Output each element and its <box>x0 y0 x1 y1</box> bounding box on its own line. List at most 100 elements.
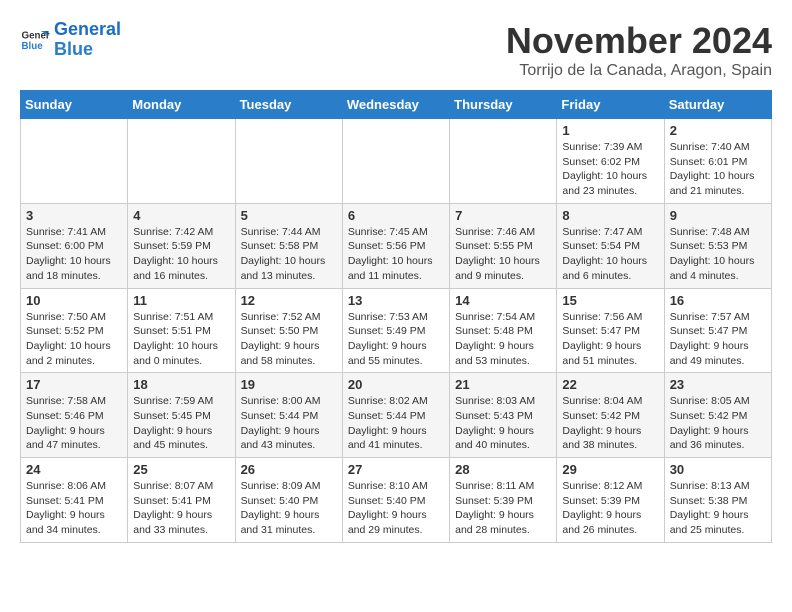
day-number: 18 <box>133 377 229 392</box>
day-number: 24 <box>26 462 122 477</box>
day-info: Sunrise: 8:12 AM Sunset: 5:39 PM Dayligh… <box>562 479 658 538</box>
calendar-cell: 17 Sunrise: 7:58 AM Sunset: 5:46 PM Dayli… <box>21 373 128 458</box>
logo-text: General Blue <box>54 20 121 60</box>
calendar-cell: 16Sunrise: 7:57 AM Sunset: 5:47 PM Dayli… <box>664 288 771 373</box>
weekday-header-monday: Monday <box>128 91 235 119</box>
day-number: 11 <box>133 293 229 308</box>
day-number: 22 <box>562 377 658 392</box>
day-number: 3 <box>26 208 122 223</box>
day-info: Sunrise: 8:06 AM Sunset: 5:41 PM Dayligh… <box>26 479 122 538</box>
calendar-cell: 1 Sunrise: 7:39 AM Sunset: 6:02 PM Daylig… <box>557 119 664 204</box>
day-number: 26 <box>241 462 337 477</box>
calendar-cell <box>342 119 449 204</box>
calendar-cell: 18 Sunrise: 7:59 AM Sunset: 5:45 PM Dayli… <box>128 373 235 458</box>
day-info: Sunrise: 7:51 AM Sunset: 5:51 PM Dayligh… <box>133 310 229 369</box>
day-info: Sunrise: 7:41 AM Sunset: 6:00 PM Dayligh… <box>26 225 122 284</box>
calendar-cell <box>235 119 342 204</box>
day-number: 23 <box>670 377 766 392</box>
day-info: Sunrise: 7:47 AM Sunset: 5:54 PM Dayligh… <box>562 225 658 284</box>
day-info: Sunrise: 7:54 AM Sunset: 5:48 PM Dayligh… <box>455 310 551 369</box>
day-number: 21 <box>455 377 551 392</box>
calendar-cell: 5Sunrise: 7:44 AM Sunset: 5:58 PM Daylig… <box>235 203 342 288</box>
day-number: 30 <box>670 462 766 477</box>
calendar-cell: 21 Sunrise: 8:03 AM Sunset: 5:43 PM Dayli… <box>450 373 557 458</box>
calendar-week-row: 10 Sunrise: 7:50 AM Sunset: 5:52 PM Dayli… <box>21 288 772 373</box>
svg-text:Blue: Blue <box>22 41 44 52</box>
day-number: 17 <box>26 377 122 392</box>
day-info: Sunrise: 7:45 AM Sunset: 5:56 PM Dayligh… <box>348 225 444 284</box>
day-info: Sunrise: 8:07 AM Sunset: 5:41 PM Dayligh… <box>133 479 229 538</box>
logo: General Blue General Blue <box>20 20 121 60</box>
day-info: Sunrise: 7:58 AM Sunset: 5:46 PM Dayligh… <box>26 394 122 453</box>
calendar-cell: 4 Sunrise: 7:42 AM Sunset: 5:59 PM Daylig… <box>128 203 235 288</box>
calendar-cell <box>21 119 128 204</box>
day-info: Sunrise: 7:44 AM Sunset: 5:58 PM Dayligh… <box>241 225 337 284</box>
calendar-cell: 2 Sunrise: 7:40 AM Sunset: 6:01 PM Daylig… <box>664 119 771 204</box>
day-number: 15 <box>562 293 658 308</box>
day-info: Sunrise: 8:13 AM Sunset: 5:38 PM Dayligh… <box>670 479 766 538</box>
day-number: 14 <box>455 293 551 308</box>
calendar-cell: 11 Sunrise: 7:51 AM Sunset: 5:51 PM Dayli… <box>128 288 235 373</box>
calendar-cell: 22Sunrise: 8:04 AM Sunset: 5:42 PM Dayli… <box>557 373 664 458</box>
day-info: Sunrise: 7:59 AM Sunset: 5:45 PM Dayligh… <box>133 394 229 453</box>
page-header: General Blue General Blue November 2024 … <box>20 20 772 80</box>
title-section: November 2024 Torrijo de la Canada, Arag… <box>506 20 772 80</box>
weekday-header-saturday: Saturday <box>664 91 771 119</box>
day-number: 2 <box>670 123 766 138</box>
day-number: 25 <box>133 462 229 477</box>
day-number: 13 <box>348 293 444 308</box>
day-info: Sunrise: 8:00 AM Sunset: 5:44 PM Dayligh… <box>241 394 337 453</box>
day-info: Sunrise: 8:11 AM Sunset: 5:39 PM Dayligh… <box>455 479 551 538</box>
day-info: Sunrise: 7:39 AM Sunset: 6:02 PM Dayligh… <box>562 140 658 199</box>
day-number: 19 <box>241 377 337 392</box>
day-number: 4 <box>133 208 229 223</box>
day-info: Sunrise: 8:03 AM Sunset: 5:43 PM Dayligh… <box>455 394 551 453</box>
calendar-cell: 7Sunrise: 7:46 AM Sunset: 5:55 PM Daylig… <box>450 203 557 288</box>
calendar-header-row: SundayMondayTuesdayWednesdayThursdayFrid… <box>21 91 772 119</box>
day-info: Sunrise: 8:10 AM Sunset: 5:40 PM Dayligh… <box>348 479 444 538</box>
weekday-header-friday: Friday <box>557 91 664 119</box>
day-number: 9 <box>670 208 766 223</box>
day-info: Sunrise: 7:48 AM Sunset: 5:53 PM Dayligh… <box>670 225 766 284</box>
weekday-header-sunday: Sunday <box>21 91 128 119</box>
weekday-header-thursday: Thursday <box>450 91 557 119</box>
day-info: Sunrise: 7:57 AM Sunset: 5:47 PM Dayligh… <box>670 310 766 369</box>
day-info: Sunrise: 7:53 AM Sunset: 5:49 PM Dayligh… <box>348 310 444 369</box>
calendar-cell: 8 Sunrise: 7:47 AM Sunset: 5:54 PM Daylig… <box>557 203 664 288</box>
day-info: Sunrise: 7:46 AM Sunset: 5:55 PM Dayligh… <box>455 225 551 284</box>
day-number: 12 <box>241 293 337 308</box>
calendar-cell: 14 Sunrise: 7:54 AM Sunset: 5:48 PM Dayli… <box>450 288 557 373</box>
location-title: Torrijo de la Canada, Aragon, Spain <box>506 62 772 80</box>
day-info: Sunrise: 7:50 AM Sunset: 5:52 PM Dayligh… <box>26 310 122 369</box>
calendar-cell: 27 Sunrise: 8:10 AM Sunset: 5:40 PM Dayli… <box>342 458 449 543</box>
calendar-cell: 23 Sunrise: 8:05 AM Sunset: 5:42 PM Dayli… <box>664 373 771 458</box>
calendar-cell: 3 Sunrise: 7:41 AM Sunset: 6:00 PM Daylig… <box>21 203 128 288</box>
calendar-cell: 30 Sunrise: 8:13 AM Sunset: 5:38 PM Dayli… <box>664 458 771 543</box>
day-info: Sunrise: 8:02 AM Sunset: 5:44 PM Dayligh… <box>348 394 444 453</box>
calendar-cell: 6 Sunrise: 7:45 AM Sunset: 5:56 PM Daylig… <box>342 203 449 288</box>
calendar-cell: 26 Sunrise: 8:09 AM Sunset: 5:40 PM Dayli… <box>235 458 342 543</box>
day-info: Sunrise: 7:52 AM Sunset: 5:50 PM Dayligh… <box>241 310 337 369</box>
day-info: Sunrise: 8:09 AM Sunset: 5:40 PM Dayligh… <box>241 479 337 538</box>
day-info: Sunrise: 8:05 AM Sunset: 5:42 PM Dayligh… <box>670 394 766 453</box>
day-number: 8 <box>562 208 658 223</box>
calendar-cell: 19 Sunrise: 8:00 AM Sunset: 5:44 PM Dayli… <box>235 373 342 458</box>
day-number: 27 <box>348 462 444 477</box>
day-number: 10 <box>26 293 122 308</box>
calendar-cell: 24 Sunrise: 8:06 AM Sunset: 5:41 PM Dayli… <box>21 458 128 543</box>
calendar-week-row: 1 Sunrise: 7:39 AM Sunset: 6:02 PM Daylig… <box>21 119 772 204</box>
day-info: Sunrise: 7:40 AM Sunset: 6:01 PM Dayligh… <box>670 140 766 199</box>
day-info: Sunrise: 7:42 AM Sunset: 5:59 PM Dayligh… <box>133 225 229 284</box>
calendar-cell: 9 Sunrise: 7:48 AM Sunset: 5:53 PM Daylig… <box>664 203 771 288</box>
calendar-week-row: 3 Sunrise: 7:41 AM Sunset: 6:00 PM Daylig… <box>21 203 772 288</box>
calendar-cell: 15Sunrise: 7:56 AM Sunset: 5:47 PM Dayli… <box>557 288 664 373</box>
weekday-header-tuesday: Tuesday <box>235 91 342 119</box>
calendar-cell <box>128 119 235 204</box>
calendar-cell: 13 Sunrise: 7:53 AM Sunset: 5:49 PM Dayli… <box>342 288 449 373</box>
day-number: 1 <box>562 123 658 138</box>
day-number: 29 <box>562 462 658 477</box>
calendar-cell: 25 Sunrise: 8:07 AM Sunset: 5:41 PM Dayli… <box>128 458 235 543</box>
calendar-cell: 29 Sunrise: 8:12 AM Sunset: 5:39 PM Dayli… <box>557 458 664 543</box>
day-number: 20 <box>348 377 444 392</box>
day-number: 6 <box>348 208 444 223</box>
